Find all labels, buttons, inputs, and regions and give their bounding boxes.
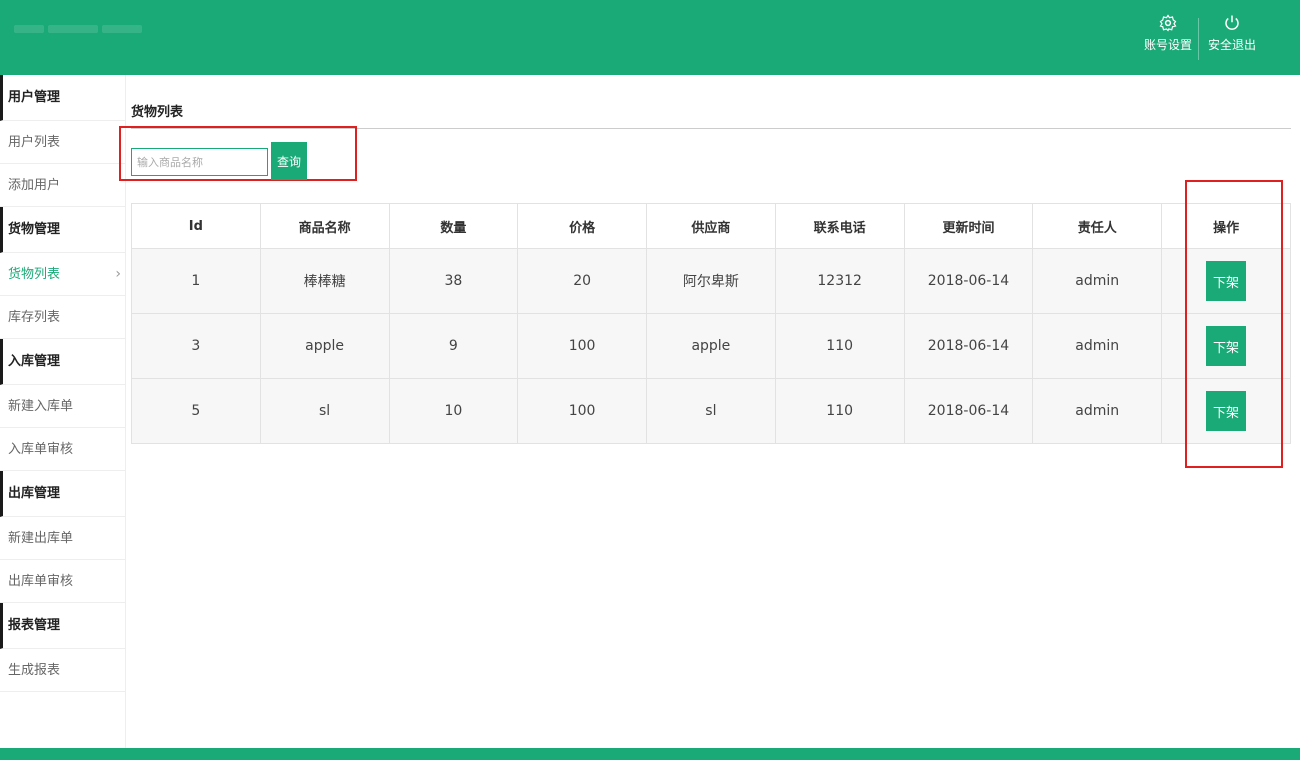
cell-owner: admin	[1032, 313, 1163, 379]
sidebar-group-outbound[interactable]: 出库管理	[0, 471, 125, 517]
column-header: 数量	[388, 203, 519, 249]
cell-id: 3	[131, 313, 261, 379]
cell-updated: 2018-06-14	[903, 378, 1034, 444]
table-row: 3 apple 9 100 apple 110 2018-06-14 admin…	[131, 313, 1291, 379]
sidebar-group-report[interactable]: 报表管理	[0, 603, 125, 649]
column-header: Id	[131, 203, 261, 249]
logout-button[interactable]: 安全退出	[1199, 12, 1265, 66]
table-header-row: Id 商品名称 数量 价格 供应商 联系电话 更新时间 责任人 操作	[131, 203, 1291, 249]
cell-name: apple	[259, 313, 390, 379]
sidebar-item-inbound-review[interactable]: 入库单审核	[0, 428, 125, 471]
account-settings-label: 账号设置	[1143, 38, 1192, 52]
column-header: 更新时间	[903, 203, 1034, 249]
cell-name: sl	[259, 378, 390, 444]
top-header: 账号设置 安全退出	[0, 0, 1300, 75]
sidebar-item-label: 货物列表	[8, 267, 61, 282]
action-column-highlight-box	[1185, 180, 1283, 468]
sidebar-item-goods-list[interactable]: 货物列表 ›	[0, 253, 125, 296]
page-title: 货物列表	[131, 105, 184, 120]
cell-supplier: apple	[645, 313, 776, 379]
cell-id: 1	[131, 248, 261, 314]
column-header: 责任人	[1032, 203, 1163, 249]
column-header: 价格	[517, 203, 647, 249]
cell-owner: admin	[1032, 378, 1163, 444]
gear-icon	[1159, 14, 1177, 32]
sidebar-item-new-outbound[interactable]: 新建出库单	[0, 517, 125, 560]
goods-table: Id 商品名称 数量 价格 供应商 联系电话 更新时间 责任人 操作 1 棒棒糖…	[131, 203, 1291, 444]
chevron-right-icon: ›	[115, 266, 121, 282]
search-button[interactable]: 查询	[271, 142, 307, 180]
sidebar-item-new-inbound[interactable]: 新建入库单	[0, 385, 125, 428]
cell-owner: admin	[1032, 248, 1163, 314]
cell-name: 棒棒糖	[259, 248, 390, 314]
cell-qty: 38	[388, 248, 519, 314]
cell-qty: 9	[388, 313, 519, 379]
table-row: 5 sl 10 100 sl 110 2018-06-14 admin 下架	[131, 378, 1291, 444]
cell-price: 100	[517, 313, 647, 379]
cell-price: 20	[517, 248, 647, 314]
column-header: 供应商	[645, 203, 776, 249]
cell-updated: 2018-06-14	[903, 248, 1034, 314]
main-content: 货物列表 查询 Id 商品名称 数量 价格 供应商 联系电话 更新时间 责任人 …	[119, 75, 1291, 748]
sidebar-group-goods[interactable]: 货物管理	[0, 207, 125, 253]
cell-qty: 10	[388, 378, 519, 444]
sidebar-group-user[interactable]: 用户管理	[0, 75, 125, 121]
sidebar-item-stock-list[interactable]: 库存列表	[0, 296, 125, 339]
column-header: 商品名称	[259, 203, 390, 249]
power-icon	[1225, 15, 1239, 30]
search-input[interactable]	[131, 148, 268, 176]
cell-phone: 110	[774, 313, 905, 379]
sidebar-group-inbound[interactable]: 入库管理	[0, 339, 125, 385]
sidebar-item-add-user[interactable]: 添加用户	[0, 164, 125, 207]
logout-label: 安全退出	[1207, 38, 1256, 52]
sidebar-item-outbound-review[interactable]: 出库单审核	[0, 560, 125, 603]
sidebar: 用户管理 用户列表 添加用户 货物管理 货物列表 › 库存列表 入库管理 新建入…	[0, 75, 126, 748]
bottom-bar	[0, 748, 1300, 760]
cell-id: 5	[131, 378, 261, 444]
account-settings-button[interactable]: 账号设置	[1135, 12, 1201, 66]
cell-phone: 110	[774, 378, 905, 444]
cell-supplier: 阿尔卑斯	[645, 248, 776, 314]
column-header: 联系电话	[774, 203, 905, 249]
cell-updated: 2018-06-14	[903, 313, 1034, 379]
sidebar-item-user-list[interactable]: 用户列表	[0, 121, 125, 164]
logo	[12, 20, 162, 60]
table-row: 1 棒棒糖 38 20 阿尔卑斯 12312 2018-06-14 admin …	[131, 248, 1291, 314]
cell-phone: 12312	[774, 248, 905, 314]
sidebar-item-generate-report[interactable]: 生成报表	[0, 649, 125, 692]
cell-price: 100	[517, 378, 647, 444]
cell-supplier: sl	[645, 378, 776, 444]
